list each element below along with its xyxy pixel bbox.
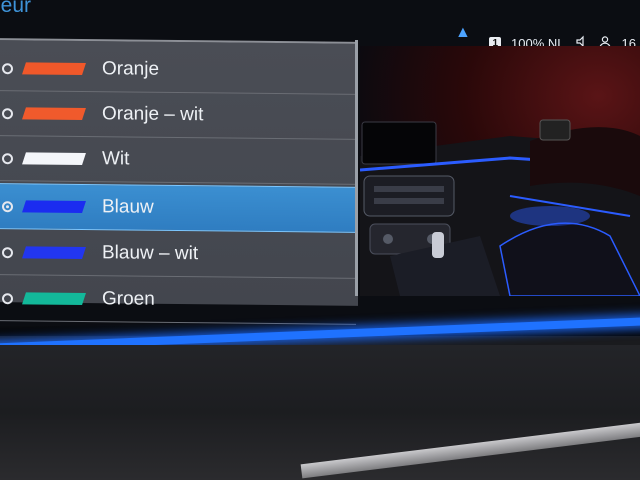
color-swatch <box>22 152 86 165</box>
color-swatch <box>22 62 86 75</box>
color-swatch <box>22 246 86 259</box>
radio-button[interactable] <box>2 246 13 258</box>
list-item[interactable]: Wit <box>0 136 356 185</box>
page-title: leur <box>0 0 32 17</box>
dashboard-trim <box>0 345 640 480</box>
color-swatch <box>22 292 86 305</box>
radio-button[interactable] <box>2 200 13 212</box>
color-swatch <box>22 107 86 120</box>
list-item[interactable]: Oranje <box>0 46 356 95</box>
infotainment-screen: leur ▲ 1 100% NL 16 Oranje Oranje – wit … <box>0 0 640 330</box>
scrollbar[interactable] <box>355 40 358 296</box>
list-item-label: Groen <box>102 288 155 310</box>
color-list: Oranje Oranje – wit Wit Blauw Blauw – wi… <box>0 38 358 325</box>
radio-button[interactable] <box>2 107 13 119</box>
list-item-label: Wit <box>102 148 130 170</box>
list-item[interactable]: Groen <box>0 276 356 325</box>
radio-button[interactable] <box>2 292 13 304</box>
list-item[interactable]: Blauw <box>0 183 356 233</box>
list-item[interactable]: Oranje – wit <box>0 91 356 140</box>
list-item-label: Oranje <box>102 58 160 80</box>
color-swatch <box>22 200 86 213</box>
list-item-label: Blauw <box>102 196 154 218</box>
radio-button[interactable] <box>2 62 13 74</box>
interior-preview-image <box>360 46 640 296</box>
list-item[interactable]: Blauw – wit <box>0 230 356 279</box>
list-item-label: Oranje – wit <box>102 103 204 126</box>
list-item-label: Blauw – wit <box>102 242 199 265</box>
radio-button[interactable] <box>2 152 13 164</box>
